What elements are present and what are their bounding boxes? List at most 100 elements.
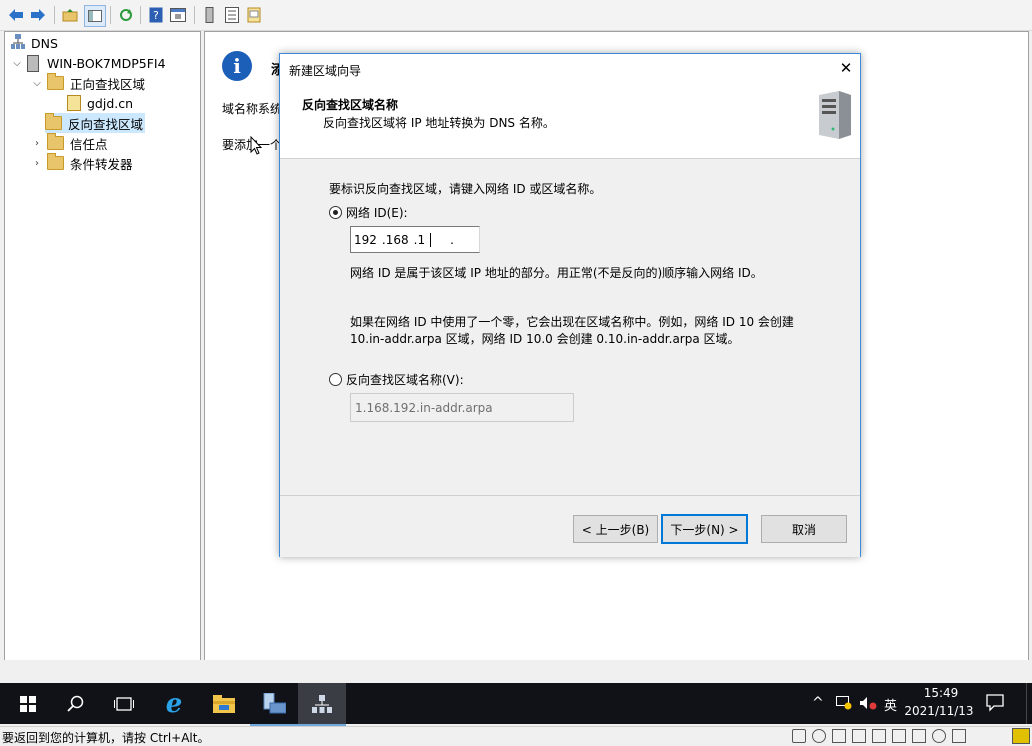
mouse-capture-icon[interactable] — [952, 729, 966, 743]
cd-icon[interactable] — [812, 729, 826, 743]
wizard-body: 要标识反向查找区域，请键入网络 ID 或区域名称。 网络 ID(E): 192 … — [280, 158, 860, 557]
internet-explorer-icon[interactable]: e — [150, 683, 198, 724]
folder-icon — [47, 133, 64, 150]
clock-time[interactable]: 15:49 — [906, 686, 976, 700]
refresh-icon[interactable] — [116, 5, 136, 25]
ip-octet-1[interactable]: 192 — [354, 233, 377, 247]
server-icon — [27, 54, 39, 72]
tree-item-label: 反向查找区域 — [68, 116, 144, 132]
network-adapter-icon[interactable] — [832, 729, 846, 743]
ip-octet-2[interactable]: .168 — [382, 233, 409, 247]
tree-root-dns[interactable]: DNS — [11, 33, 58, 53]
zone-name-label: 反向查找区域名称(V): — [346, 373, 464, 387]
ip-octet-4[interactable]: . — [450, 233, 454, 247]
pane-text-1: 域名称系统 — [222, 102, 283, 116]
network-id-label: 网络 ID(E): — [346, 206, 408, 220]
folder-icon — [47, 153, 64, 170]
show-hide-console-tree-icon[interactable] — [84, 5, 106, 27]
taskbar: e ^ 英 15:49 2021/11/13 — [0, 683, 1032, 726]
host-device-icons — [792, 729, 966, 743]
clock-date[interactable]: 2021/11/13 — [902, 704, 976, 718]
tree-item-conditional-forwarders[interactable]: › 条件转发器 — [31, 153, 133, 173]
chevron-right-icon[interactable]: › — [31, 138, 43, 149]
help-text-1: 网络 ID 是属于该区域 IP 地址的部分。用正常(不是反向的)顺序输入网络 I… — [350, 266, 763, 280]
wizard-page-title: 反向查找区域名称 — [302, 98, 399, 112]
printer-icon[interactable] — [852, 729, 866, 743]
ip-octet-3[interactable]: .1 — [414, 233, 425, 247]
server-manager-icon[interactable] — [250, 683, 298, 726]
tree-item-trust-points[interactable]: › 信任点 — [31, 133, 108, 153]
folder-icon — [45, 113, 62, 130]
svg-text:?: ? — [153, 9, 159, 22]
show-desktop-button[interactable] — [1026, 683, 1032, 724]
volume-muted-icon[interactable] — [859, 696, 877, 713]
hdd-icon[interactable] — [792, 729, 806, 743]
next-button[interactable]: 下一步(N) > — [661, 514, 748, 544]
mouse-cursor-icon — [250, 135, 263, 159]
sound-icon[interactable] — [892, 729, 906, 743]
host-status-bar: 要返回到您的计算机，请按 Ctrl+Alt。 — [0, 726, 1032, 745]
tree-item-label: 信任点 — [70, 136, 108, 152]
chevron-down-icon[interactable]: ⌵ — [11, 58, 23, 69]
dns-icon — [11, 33, 25, 53]
tree-root-label: DNS — [31, 35, 58, 51]
zone-file-icon — [67, 95, 81, 111]
cancel-button[interactable]: 取消 — [761, 515, 847, 543]
task-view-icon[interactable] — [100, 683, 148, 724]
dns-manager-taskbar-icon[interactable] — [298, 683, 346, 726]
info-icon: i — [222, 51, 252, 81]
server-tower-icon — [813, 89, 853, 142]
toolbar: ? — [0, 0, 1032, 31]
wizard-page-subtitle: 反向查找区域将 IP 地址转换为 DNS 名称。 — [323, 116, 555, 130]
help-text-2-line1: 如果在网络 ID 中使用了一个零，它会出现在区域名称中。例如，网络 ID 10 … — [350, 315, 794, 329]
zone-name-value: 1.168.192.in-addr.arpa — [355, 400, 493, 415]
zone-name-radio[interactable]: 反向查找区域名称(V): — [329, 371, 464, 388]
ime-indicator[interactable]: 英 — [884, 695, 897, 714]
usb-icon[interactable] — [872, 729, 886, 743]
radio-unselected-icon[interactable] — [329, 373, 342, 386]
help-text-2-line2: 10.in-addr.arpa 区域，网络 ID 10.0 会创建 0.10.i… — [350, 332, 740, 346]
radio-selected-icon[interactable] — [329, 206, 342, 219]
text-caret — [430, 232, 432, 247]
chevron-down-icon[interactable]: ⌵ — [31, 78, 43, 89]
chevron-up-icon[interactable]: ^ — [812, 695, 824, 711]
record-icon[interactable] — [932, 729, 946, 743]
status-strip — [0, 660, 1032, 682]
tree-item-label: 正向查找区域 — [70, 76, 146, 92]
help-icon[interactable]: ? — [146, 5, 166, 25]
chevron-right-icon[interactable]: › — [31, 158, 43, 169]
notification-icon[interactable] — [986, 694, 1004, 715]
list-icon[interactable] — [222, 5, 242, 25]
back-arrow-icon[interactable] — [6, 5, 26, 25]
close-button[interactable]: ✕ — [836, 58, 856, 78]
divider — [280, 495, 860, 496]
back-button[interactable]: < 上一步(B) — [573, 515, 658, 543]
file-explorer-icon[interactable] — [200, 683, 248, 724]
network-id-radio[interactable]: 网络 ID(E): — [329, 204, 408, 221]
properties-icon[interactable] — [168, 5, 188, 25]
up-folder-icon[interactable] — [60, 5, 80, 25]
display-icon[interactable] — [912, 729, 926, 743]
new-zone-wizard-dialog: 新建区域向导 ✕ 反向查找区域名称 反向查找区域将 IP 地址转换为 DNS 名… — [279, 53, 861, 557]
forward-arrow-icon[interactable] — [28, 5, 48, 25]
tree-item-label: gdjd.cn — [87, 95, 134, 111]
start-button[interactable] — [4, 683, 52, 724]
host-key-icon[interactable] — [1012, 728, 1030, 744]
zone-name-input[interactable]: 1.168.192.in-addr.arpa — [350, 393, 574, 422]
network-warning-icon[interactable] — [836, 696, 852, 713]
server-icon[interactable] — [200, 5, 220, 25]
tree-item-reverse-zones[interactable]: 反向查找区域 — [45, 113, 146, 133]
instruction-text: 要标识反向查找区域，请键入网络 ID 或区域名称。 — [329, 182, 602, 196]
tree-item-label: 条件转发器 — [70, 156, 133, 172]
search-icon[interactable] — [52, 683, 100, 724]
tree-server-label: WIN-BOK7MDP5FI4 — [47, 55, 166, 71]
console-tree: DNS ⌵ WIN-BOK7MDP5FI4 ⌵ 正向查找区域 gdjd.cn 反… — [4, 31, 201, 661]
tree-server[interactable]: ⌵ WIN-BOK7MDP5FI4 — [11, 53, 166, 73]
notes-icon[interactable] — [244, 5, 264, 25]
host-status-text: 要返回到您的计算机，请按 Ctrl+Alt。 — [2, 731, 210, 745]
folder-icon — [47, 73, 64, 90]
dialog-title: 新建区域向导 — [289, 64, 362, 78]
tree-item-gdjd[interactable]: gdjd.cn — [67, 93, 133, 113]
tree-item-forward-zones[interactable]: ⌵ 正向查找区域 — [31, 73, 145, 93]
ip-address-input[interactable]: 192 .168 .1 . — [350, 226, 480, 253]
